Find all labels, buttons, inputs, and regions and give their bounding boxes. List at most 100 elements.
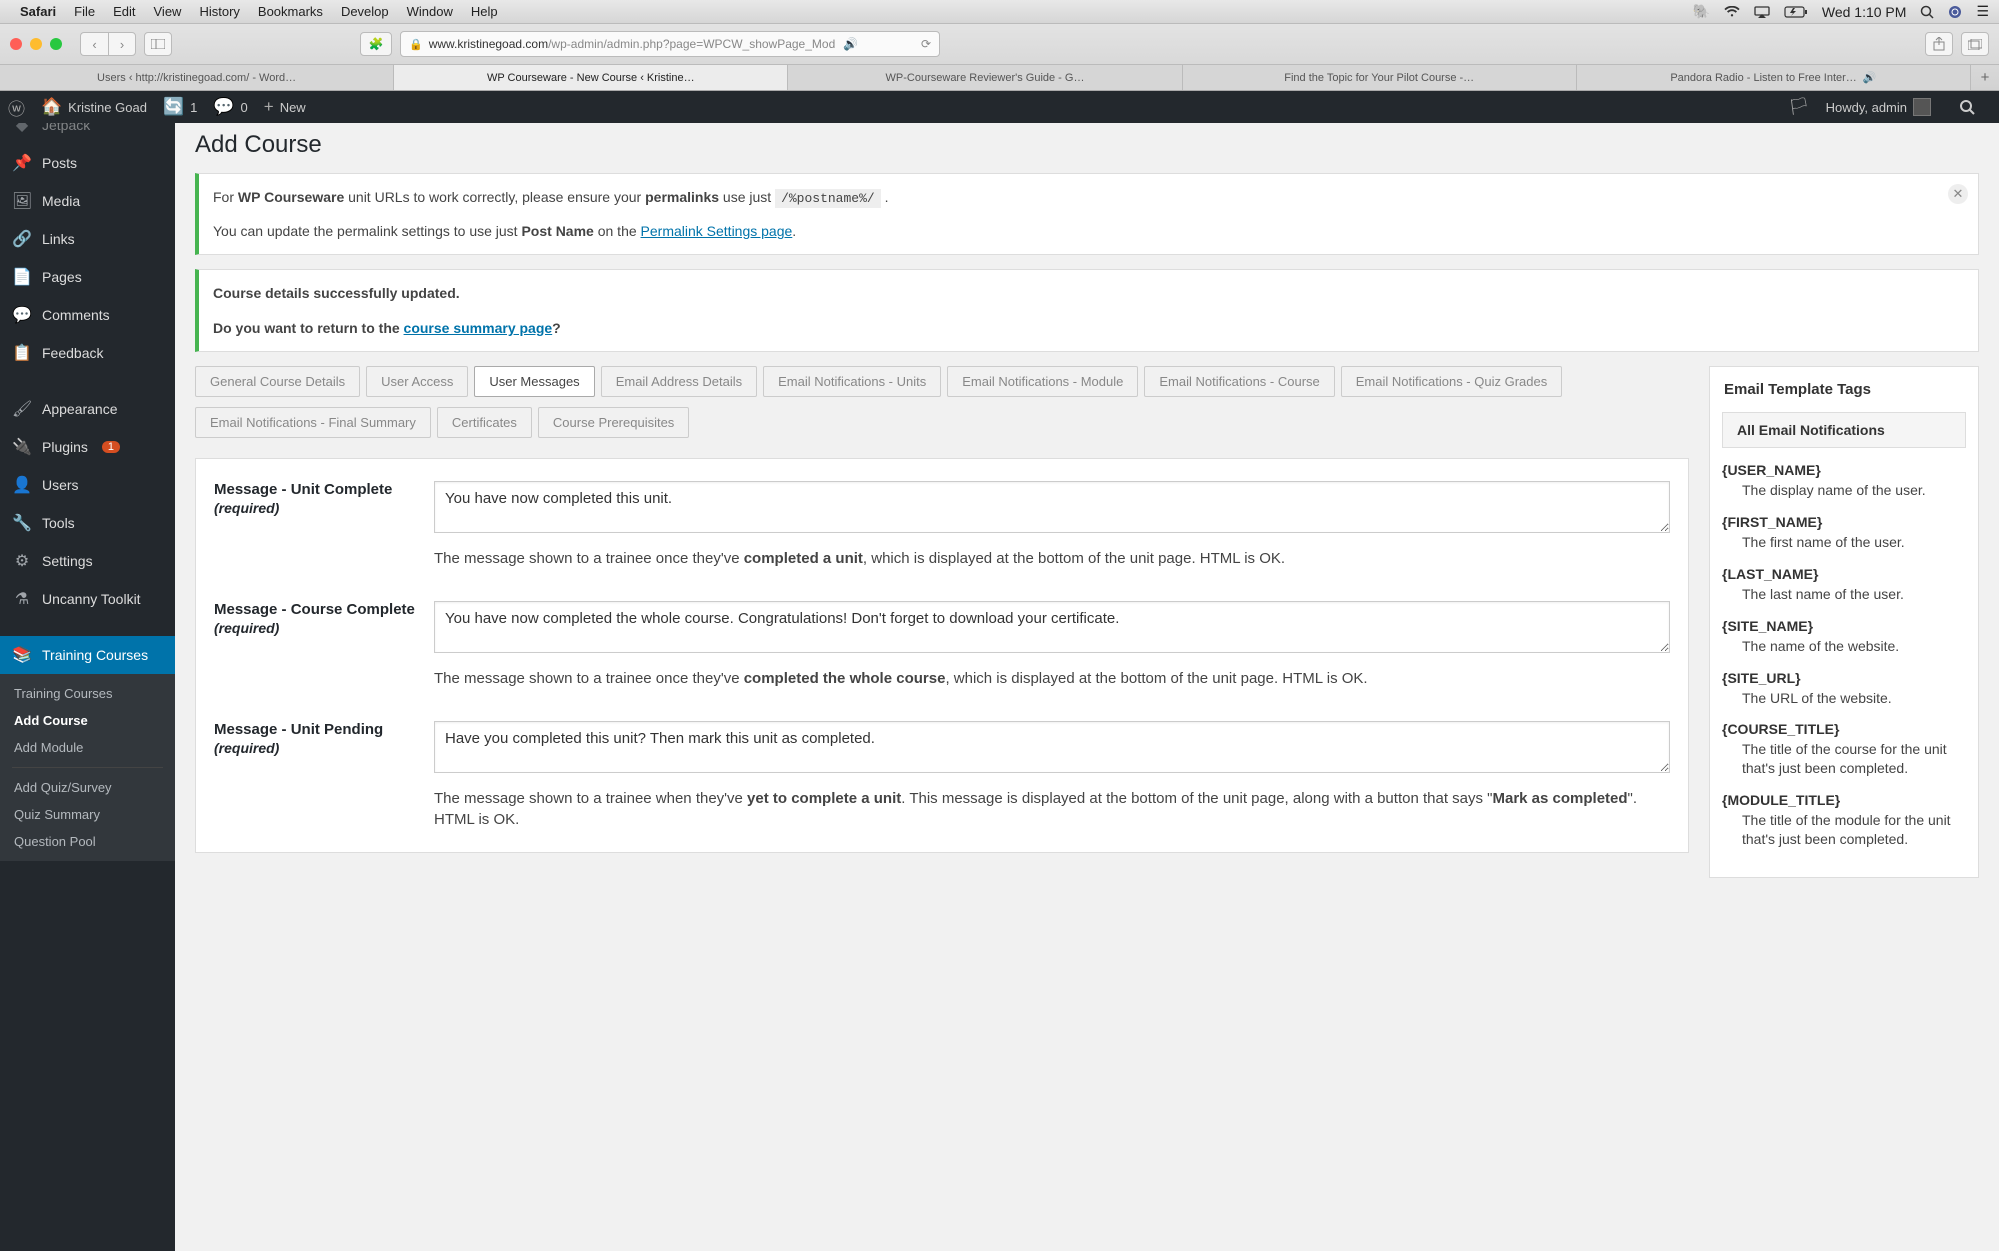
menu-history[interactable]: History bbox=[199, 4, 239, 19]
submenu-question-pool[interactable]: Question Pool bbox=[0, 828, 175, 855]
required-label: (required) bbox=[214, 740, 434, 756]
tab-course-prerequisites[interactable]: Course Prerequisites bbox=[538, 407, 689, 438]
clock[interactable]: Wed 1:10 PM bbox=[1822, 4, 1907, 20]
tab-email-notifications-quiz-grades[interactable]: Email Notifications - Quiz Grades bbox=[1341, 366, 1562, 397]
sidebar-item-feedback[interactable]: 📋Feedback bbox=[0, 334, 175, 372]
window-controls[interactable] bbox=[10, 38, 62, 50]
comments-bubble[interactable]: 💬0 bbox=[213, 97, 247, 117]
menu-bookmarks[interactable]: Bookmarks bbox=[258, 4, 323, 19]
tag-description: The display name of the user. bbox=[1722, 481, 1966, 500]
menu-develop[interactable]: Develop bbox=[341, 4, 389, 19]
safari-tabs: Users ‹ http://kristinegoad.com/ - Word…… bbox=[0, 64, 1999, 90]
menu-help[interactable]: Help bbox=[471, 4, 498, 19]
submenu-add-course[interactable]: Add Course bbox=[0, 707, 175, 734]
tabs-button[interactable] bbox=[1961, 32, 1989, 56]
template-tag: {SITE_NAME}The name of the website. bbox=[1722, 618, 1966, 656]
menu-view[interactable]: View bbox=[154, 4, 182, 19]
tab-email-notifications-units[interactable]: Email Notifications - Units bbox=[763, 366, 941, 397]
howdy[interactable]: Howdy, admin bbox=[1826, 98, 1931, 116]
sidebar-item-appearance[interactable]: 🖌Appearance bbox=[0, 390, 175, 428]
sidebar-item-comments[interactable]: 💬Comments bbox=[0, 296, 175, 334]
tab-certificates[interactable]: Certificates bbox=[437, 407, 532, 438]
submenu-quiz-summary[interactable]: Quiz Summary bbox=[0, 801, 175, 828]
tab-user-access[interactable]: User Access bbox=[366, 366, 468, 397]
sidebar-item-media[interactable]: 🖼Media bbox=[0, 182, 175, 220]
sidebar-toggle-button[interactable] bbox=[144, 32, 172, 56]
airplay-icon[interactable] bbox=[1754, 6, 1770, 18]
sidebar-item-plugins[interactable]: 🔌Plugins1 bbox=[0, 428, 175, 466]
wifi-icon[interactable] bbox=[1724, 6, 1740, 18]
updates[interactable]: 🔄1 bbox=[163, 97, 197, 117]
spotlight-icon[interactable] bbox=[1920, 5, 1934, 19]
forward-button[interactable]: › bbox=[108, 32, 136, 56]
required-label: (required) bbox=[214, 500, 434, 516]
tab-email-notifications-final-summary[interactable]: Email Notifications - Final Summary bbox=[195, 407, 431, 438]
sidebar-item-posts[interactable]: 📌Posts bbox=[0, 144, 175, 182]
update-badge: 1 bbox=[102, 441, 120, 453]
tab-email-notifications-module[interactable]: Email Notifications - Module bbox=[947, 366, 1138, 397]
menu-window[interactable]: Window bbox=[407, 4, 453, 19]
browser-tab[interactable]: WP Courseware - New Course ‹ Kristine… bbox=[394, 65, 788, 90]
close-window-icon[interactable] bbox=[10, 38, 22, 50]
browser-tab[interactable]: Find the Topic for Your Pilot Course -… bbox=[1183, 65, 1577, 90]
menu-edit[interactable]: Edit bbox=[113, 4, 135, 19]
battery-icon[interactable] bbox=[1784, 6, 1808, 18]
browser-tab[interactable]: WP-Courseware Reviewer's Guide - G… bbox=[788, 65, 1182, 90]
back-button[interactable]: ‹ bbox=[80, 32, 108, 56]
extension-button[interactable]: 🧩 bbox=[360, 32, 392, 56]
menu-icon: 📋 bbox=[12, 343, 32, 363]
submenu-training-courses[interactable]: Training Courses bbox=[0, 680, 175, 707]
message-textarea[interactable]: You have now completed the whole course.… bbox=[434, 601, 1670, 653]
sidebar-item-uncanny-toolkit[interactable]: ⚗Uncanny Toolkit bbox=[0, 580, 175, 618]
notification-center-icon[interactable]: ☰ bbox=[1976, 3, 1989, 20]
notification-icon[interactable]: 🏳 bbox=[1788, 97, 1810, 117]
permalink-settings-link[interactable]: Permalink Settings page bbox=[641, 223, 793, 239]
wp-logo[interactable]: ⓦ bbox=[8, 95, 25, 120]
maximize-window-icon[interactable] bbox=[50, 38, 62, 50]
sidebar-item-training-courses[interactable]: 📚Training Courses bbox=[0, 636, 175, 674]
tag-name: {COURSE_TITLE} bbox=[1722, 721, 1966, 737]
tab-user-messages[interactable]: User Messages bbox=[474, 366, 594, 397]
tab-email-address-details[interactable]: Email Address Details bbox=[601, 366, 757, 397]
browser-tab[interactable]: Pandora Radio - Listen to Free Inter…🔊 bbox=[1577, 65, 1971, 90]
form-row: Message - Unit Pending(required)Have you… bbox=[196, 705, 1688, 846]
form-table: Message - Unit Complete(required)You hav… bbox=[195, 458, 1689, 853]
form-row: Message - Unit Complete(required)You hav… bbox=[196, 465, 1688, 585]
tab-general-course-details[interactable]: General Course Details bbox=[195, 366, 360, 397]
postbox-title: Email Template Tags bbox=[1710, 367, 1978, 412]
menu-file[interactable]: File bbox=[74, 4, 95, 19]
message-textarea[interactable]: Have you completed this unit? Then mark … bbox=[434, 721, 1670, 773]
menu-app[interactable]: Safari bbox=[20, 4, 56, 19]
field-description: The message shown to a trainee when they… bbox=[434, 788, 1670, 830]
siri-icon[interactable] bbox=[1948, 5, 1962, 19]
accordion-all-notifications[interactable]: All Email Notifications bbox=[1722, 412, 1966, 448]
tag-description: The first name of the user. bbox=[1722, 533, 1966, 552]
submenu-add-quiz-survey[interactable]: Add Quiz/Survey bbox=[0, 774, 175, 801]
browser-tab[interactable]: Users ‹ http://kristinegoad.com/ - Word… bbox=[0, 65, 394, 90]
evernote-icon[interactable]: 🐘 bbox=[1692, 3, 1709, 20]
minimize-window-icon[interactable] bbox=[30, 38, 42, 50]
lock-icon: 🔒 bbox=[409, 38, 423, 51]
message-textarea[interactable]: You have now completed this unit. bbox=[434, 481, 1670, 533]
new-tab-button[interactable]: + bbox=[1971, 65, 1999, 90]
sidebar-item-jetpack[interactable]: ◆Jetpack bbox=[0, 123, 175, 144]
reload-button[interactable]: ⟳ bbox=[921, 37, 931, 51]
course-summary-link[interactable]: course summary page bbox=[404, 320, 553, 336]
sidebar-item-users[interactable]: 👤Users bbox=[0, 466, 175, 504]
new-content[interactable]: +New bbox=[264, 97, 306, 117]
sidebar-item-tools[interactable]: 🔧Tools bbox=[0, 504, 175, 542]
tab-email-notifications-course[interactable]: Email Notifications - Course bbox=[1144, 366, 1334, 397]
tag-name: {FIRST_NAME} bbox=[1722, 514, 1966, 530]
field-label: Message - Course Complete bbox=[214, 601, 415, 618]
site-name[interactable]: 🏠Kristine Goad bbox=[41, 97, 147, 117]
wp-admin-sidebar: ◆Jetpack 📌Posts🖼Media🔗Links📄Pages💬Commen… bbox=[0, 123, 175, 1251]
share-button[interactable] bbox=[1925, 32, 1953, 56]
submenu-add-module[interactable]: Add Module bbox=[0, 734, 175, 761]
url-bar[interactable]: 🔒 www.kristinegoad.com /wp-admin/admin.p… bbox=[400, 31, 940, 57]
dismiss-notice-button[interactable]: ✕ bbox=[1948, 184, 1968, 204]
sidebar-item-links[interactable]: 🔗Links bbox=[0, 220, 175, 258]
audio-icon[interactable]: 🔊 bbox=[843, 37, 858, 51]
sidebar-item-pages[interactable]: 📄Pages bbox=[0, 258, 175, 296]
sidebar-item-settings[interactable]: ⚙Settings bbox=[0, 542, 175, 580]
adminbar-search[interactable] bbox=[1959, 99, 1975, 115]
